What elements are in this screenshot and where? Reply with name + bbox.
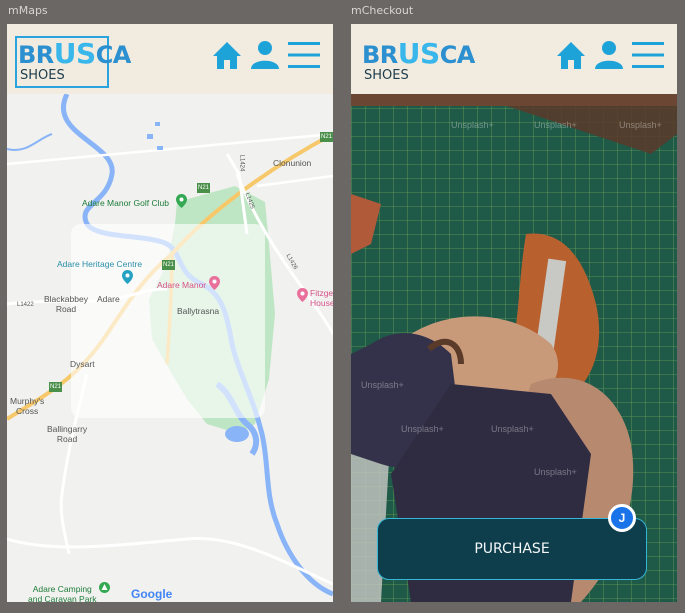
- frame-label-maps: mMaps: [8, 4, 48, 17]
- place-label-murphys[interactable]: Murphy's Cross: [10, 396, 44, 416]
- place-label-dysart[interactable]: Dysart: [70, 359, 95, 369]
- watermark: Unsplash+: [619, 120, 662, 130]
- logo-wordmark: BRUSCA: [362, 37, 475, 70]
- logo-wordmark: BRUSCA: [18, 37, 131, 70]
- map-overlay-card: [71, 224, 265, 418]
- account-button[interactable]: [592, 38, 626, 72]
- road-label-l1424: L1424: [238, 154, 245, 172]
- watermark: Unsplash+: [534, 120, 577, 130]
- map-pin-icon: [209, 276, 220, 290]
- map-pin-icon: [176, 194, 187, 208]
- place-label-ballingarry[interactable]: Ballingarry Road: [47, 424, 87, 444]
- home-icon: [557, 42, 585, 69]
- place-label-fitzgerald[interactable]: Fitzge House: [310, 288, 333, 308]
- user-icon: [595, 41, 623, 69]
- home-icon: [213, 42, 241, 69]
- watermark: Unsplash+: [451, 120, 494, 130]
- app-header: BRUSCA SHOES: [7, 24, 333, 94]
- hamburger-menu-icon: [632, 42, 664, 68]
- map-view[interactable]: Adare Manor Golf Club Adare Heritage Cen…: [7, 94, 333, 602]
- heritage-pin-icon[interactable]: [122, 270, 133, 286]
- checkout-screen: BRUSCA SHOES Unsplash+ Unsplash+ Unsplas…: [351, 24, 677, 602]
- watermark: Unsplash+: [491, 424, 534, 434]
- place-label-manor[interactable]: Adare Manor: [157, 280, 206, 290]
- road-label-n21-d: N21: [49, 382, 63, 392]
- app-header: BRUSCA SHOES: [351, 24, 677, 94]
- menu-button[interactable]: [286, 38, 322, 72]
- watermark: Unsplash+: [534, 467, 577, 477]
- watermark: Unsplash+: [401, 424, 444, 434]
- account-button[interactable]: [248, 38, 282, 72]
- logo-subline: SHOES: [20, 68, 65, 83]
- map-pin-icon: [297, 288, 308, 302]
- avatar-badge[interactable]: J: [608, 504, 636, 532]
- purchase-button[interactable]: PURCHASE: [377, 518, 647, 580]
- place-label-blackabbey[interactable]: Blackabbey Road: [44, 294, 88, 314]
- road-label-l1422: L1422: [17, 302, 34, 308]
- google-attribution[interactable]: Google: [131, 588, 172, 600]
- place-label-adare[interactable]: Adare: [97, 294, 120, 304]
- place-label-heritage[interactable]: Adare Heritage Centre: [57, 259, 142, 269]
- user-icon: [251, 41, 279, 69]
- road-label-n21-c: N21: [162, 260, 176, 270]
- logo-subline: SHOES: [364, 68, 409, 83]
- frame-label-checkout: mCheckout: [351, 4, 414, 17]
- manor-pin-icon[interactable]: [209, 276, 220, 292]
- brand-logo[interactable]: BRUSCA SHOES: [15, 36, 131, 88]
- camping-pin-icon[interactable]: [99, 582, 110, 595]
- road-label-n21-b: N21: [197, 183, 211, 193]
- brand-logo[interactable]: BRUSCA SHOES: [361, 38, 475, 86]
- road-label-n21-a: N21: [320, 132, 333, 142]
- home-button[interactable]: [554, 38, 588, 72]
- place-label-clonunion[interactable]: Clonunion: [273, 158, 311, 168]
- map-pin-icon: [122, 270, 133, 284]
- fitzgerald-pin-icon[interactable]: [297, 288, 308, 304]
- place-label-golf[interactable]: Adare Manor Golf Club: [82, 198, 169, 208]
- home-button[interactable]: [210, 38, 244, 72]
- camping-icon: [99, 582, 110, 593]
- maps-screen: BRUSCA SHOES Adare Manor Golf Club Adare…: [7, 24, 333, 602]
- menu-button[interactable]: [630, 38, 666, 72]
- place-label-ballytrasna[interactable]: Ballytrasna: [177, 306, 219, 316]
- hamburger-menu-icon: [288, 42, 320, 68]
- golf-pin-icon[interactable]: [176, 194, 187, 210]
- watermark: Unsplash+: [361, 380, 404, 390]
- place-label-camping[interactable]: Adare Camping and Caravan Park: [28, 584, 97, 602]
